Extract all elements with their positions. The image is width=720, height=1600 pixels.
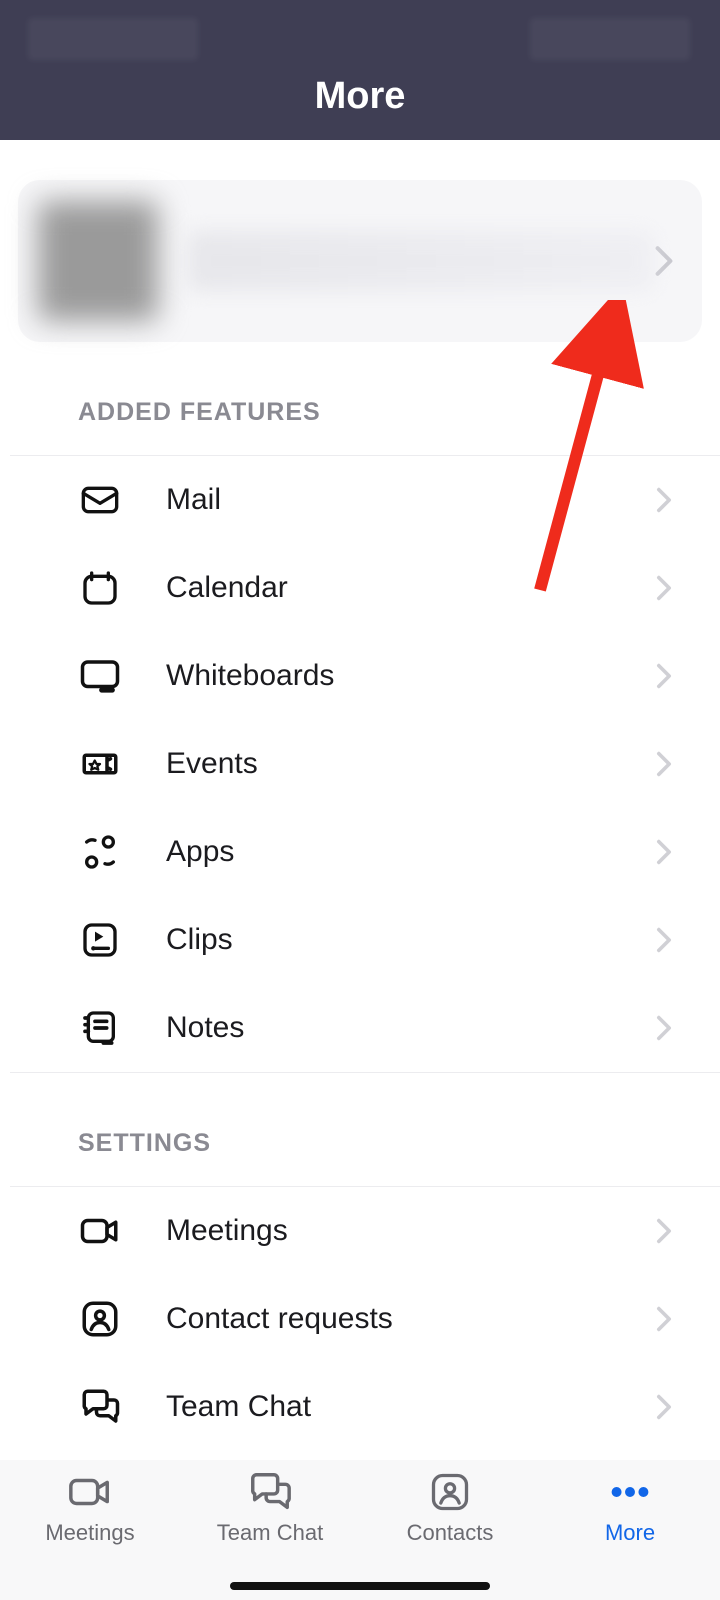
profile-card[interactable] <box>18 180 702 342</box>
row-calendar[interactable]: Calendar <box>0 544 720 632</box>
section-header-settings: SETTINGS <box>0 1073 720 1186</box>
row-label: Meetings <box>122 1214 656 1248</box>
events-icon <box>78 742 122 786</box>
mail-icon <box>78 478 122 522</box>
tab-label: More <box>605 1520 655 1546</box>
more-icon <box>607 1470 653 1514</box>
video-icon <box>67 1470 113 1514</box>
chat-icon <box>78 1385 122 1429</box>
chevron-right-icon <box>656 575 672 601</box>
tab-more[interactable]: More <box>540 1470 720 1600</box>
tab-label: Meetings <box>45 1520 134 1546</box>
apps-icon <box>78 830 122 874</box>
row-label: Whiteboards <box>122 659 656 693</box>
chevron-right-icon <box>656 663 672 689</box>
row-label: Contact requests <box>122 1302 656 1336</box>
row-apps[interactable]: Apps <box>0 808 720 896</box>
row-label: Mail <box>122 483 656 517</box>
chevron-right-icon <box>656 1218 672 1244</box>
video-icon <box>78 1209 122 1253</box>
header-blur-right <box>530 18 690 60</box>
chevron-right-icon <box>656 927 672 953</box>
tab-team-chat[interactable]: Team Chat <box>180 1470 360 1600</box>
chevron-right-icon <box>656 1394 672 1420</box>
row-mail[interactable]: Mail <box>0 456 720 544</box>
row-label: Events <box>122 747 656 781</box>
contact-icon <box>78 1297 122 1341</box>
chevron-right-icon <box>656 1015 672 1041</box>
chevron-right-icon <box>656 839 672 865</box>
profile-name-blurred <box>188 231 654 291</box>
row-contact-requests[interactable]: Contact requests <box>0 1275 720 1363</box>
home-indicator <box>230 1582 490 1590</box>
section-header-added-features: ADDED FEATURES <box>0 342 720 455</box>
notes-icon <box>78 1006 122 1050</box>
row-clips[interactable]: Clips <box>0 896 720 984</box>
calendar-icon <box>78 566 122 610</box>
chevron-right-icon <box>656 1306 672 1332</box>
row-label: Team Chat <box>122 1390 656 1424</box>
chevron-right-icon <box>656 751 672 777</box>
row-label: Notes <box>122 1011 656 1045</box>
tab-label: Contacts <box>407 1520 494 1546</box>
row-label: Clips <box>122 923 656 957</box>
whiteboards-icon <box>78 654 122 698</box>
row-notes[interactable]: Notes <box>0 984 720 1072</box>
tab-bar: Meetings Team Chat Contacts More <box>0 1460 720 1600</box>
tab-label: Team Chat <box>217 1520 323 1546</box>
header-blur-left <box>28 18 198 60</box>
tab-meetings[interactable]: Meetings <box>0 1470 180 1600</box>
row-label: Apps <box>122 835 656 869</box>
chevron-right-icon <box>654 245 674 277</box>
row-meetings-settings[interactable]: Meetings <box>0 1187 720 1275</box>
row-whiteboards[interactable]: Whiteboards <box>0 632 720 720</box>
row-team-chat-settings[interactable]: Team Chat <box>0 1363 720 1451</box>
clips-icon <box>78 918 122 962</box>
chevron-right-icon <box>656 487 672 513</box>
chat-icon <box>247 1470 293 1514</box>
tab-contacts[interactable]: Contacts <box>360 1470 540 1600</box>
page-title: More <box>0 75 720 118</box>
row-events[interactable]: Events <box>0 720 720 808</box>
header: More <box>0 0 720 140</box>
avatar <box>38 201 158 321</box>
row-label: Calendar <box>122 571 656 605</box>
contact-icon <box>428 1470 472 1514</box>
